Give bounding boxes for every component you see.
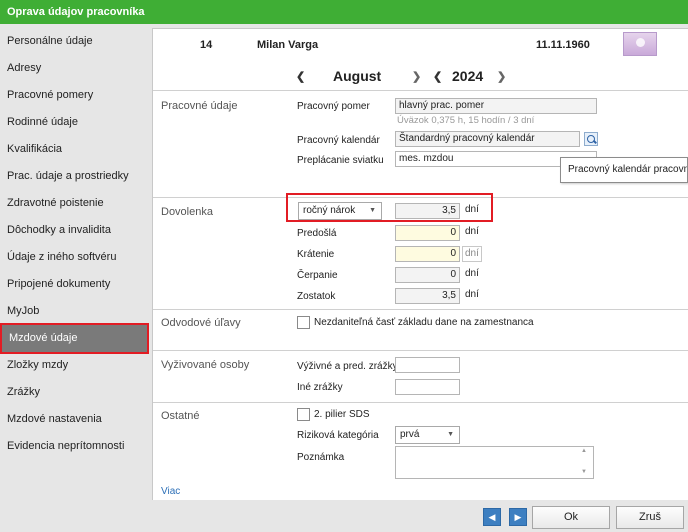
ine-zrazky-label: Iné zrážky	[297, 382, 343, 393]
pracovny-pomer-label: Pracovný pomer	[297, 101, 370, 112]
tooltip: Pracovný kalendár pracovníka	[560, 157, 688, 183]
pracovny-kalendar-label: Pracovný kalendár	[297, 135, 380, 146]
sidebar-item-evidencia-nepritomnosti[interactable]: Evidencia neprítomnosti	[0, 433, 150, 460]
sidebar-item-pripojene-dokumenty[interactable]: Pripojené dokumenty	[0, 271, 150, 298]
sidebar-item-kvalifikacia[interactable]: Kvalifikácia	[0, 136, 150, 163]
uvazok-hint: Úväzok 0,375 h, 15 hodín / 3 dní	[397, 115, 535, 126]
divider	[153, 90, 688, 91]
kratenie-field[interactable]: 0	[395, 246, 460, 262]
window-title: Oprava údajov pracovníka	[0, 0, 688, 24]
pilier-checkbox[interactable]	[297, 408, 310, 421]
zostatok-unit: dní	[465, 289, 479, 300]
prev-month-icon[interactable]: ❮	[296, 70, 305, 83]
detail-panel: 14 Milan Varga 11.11.1960 ❮ August ❯ ❮ 2…	[152, 28, 688, 500]
rizikova-kategoria-select[interactable]: prvá ▼	[395, 426, 460, 444]
next-month-icon[interactable]: ❯	[412, 70, 421, 83]
poznamka-textarea[interactable]	[395, 446, 594, 479]
kratenie-label: Krátenie	[297, 249, 335, 260]
footer: ◀ ▶ Ok Zruš	[0, 500, 688, 532]
vyzivne-field[interactable]	[395, 357, 460, 373]
section-odvodove-ulavy: Odvodové úľavy	[161, 317, 241, 329]
section-vyzivovane-osoby: Vyživované osoby	[161, 359, 250, 371]
cancel-button[interactable]: Zruš	[616, 506, 684, 529]
sidebar-item-rodinne-udaje[interactable]: Rodinné údaje	[0, 109, 150, 136]
poznamka-label: Poznámka	[297, 452, 345, 463]
sidebar-item-zdravotne-poistenie[interactable]: Zdravotné poistenie	[0, 190, 150, 217]
cerpanie-unit: dní	[465, 268, 479, 279]
section-pracovne-udaje: Pracovné údaje	[161, 100, 238, 112]
section-dovolenka: Dovolenka	[161, 206, 213, 218]
zostatok-label: Zostatok	[297, 291, 336, 302]
ine-zrazky-field[interactable]	[395, 379, 460, 395]
employee-name: Milan Varga	[257, 39, 319, 51]
prev-year-icon[interactable]: ❮	[433, 70, 442, 83]
pracovny-pomer-field[interactable]: hlavný prac. pomer	[395, 98, 597, 114]
predosla-label: Predošlá	[297, 228, 337, 239]
cerpanie-label: Čerpanie	[297, 270, 338, 281]
ok-button[interactable]: Ok	[532, 506, 610, 529]
sidebar-item-zlozky-mzdy[interactable]: Zložky mzdy	[0, 352, 150, 379]
pilier-label: 2. pilier SDS	[314, 409, 370, 420]
rizikova-kategoria-label: Riziková kategória	[297, 430, 379, 441]
divider	[153, 402, 688, 403]
prev-record-button[interactable]: ◀	[483, 508, 501, 526]
scroll-down-icon[interactable]: ▼	[581, 469, 587, 475]
pracovny-kalendar-field[interactable]: Štandardný pracovný kalendár	[395, 131, 580, 147]
triangle-right-icon: ▶	[514, 512, 522, 522]
chevron-down-icon: ▼	[447, 431, 454, 438]
employee-photo[interactable]	[623, 32, 657, 56]
employee-number: 14	[200, 39, 213, 51]
predosla-unit: dní	[465, 226, 479, 237]
viac-link[interactable]: Viac	[161, 486, 180, 497]
vyzivne-label: Výživné a pred. zrážky	[297, 361, 398, 372]
divider	[153, 350, 688, 351]
next-record-button[interactable]: ▶	[509, 508, 527, 526]
preplacanie-sviatku-label: Preplácanie sviatku	[297, 155, 384, 166]
divider	[153, 309, 688, 310]
nezdanitelna-checkbox[interactable]	[297, 316, 310, 329]
sidebar-item-mzdove-udaje[interactable]: Mzdové údaje	[0, 323, 149, 354]
section-ostatne: Ostatné	[161, 410, 200, 422]
cerpanie-field[interactable]: 0	[395, 267, 460, 283]
triangle-left-icon: ◀	[488, 512, 496, 522]
sidebar-item-ine-softvery[interactable]: Údaje z iného softvéru	[0, 244, 150, 271]
year-label: 2024	[452, 68, 484, 84]
kratenie-unit-button[interactable]: dní	[462, 246, 482, 262]
sidebar-item-personalne-udaje[interactable]: Personálne údaje	[0, 28, 150, 55]
highlight-frame	[286, 193, 493, 222]
sidebar-item-adresy[interactable]: Adresy	[0, 55, 150, 82]
zostatok-field[interactable]: 3,5	[395, 288, 460, 304]
sidebar-item-dochodky[interactable]: Dôchodky a invalidita	[0, 217, 150, 244]
sidebar-item-myjob[interactable]: MyJob	[0, 298, 150, 325]
month-label: August	[333, 68, 382, 84]
search-icon[interactable]	[584, 132, 598, 146]
sidebar-item-zrazky[interactable]: Zrážky	[0, 379, 150, 406]
predosla-field[interactable]: 0	[395, 225, 460, 241]
sidebar-item-mzdove-nastavenia[interactable]: Mzdové nastavenia	[0, 406, 150, 433]
sidebar-item-prac-udaje[interactable]: Prac. údaje a prostriedky	[0, 163, 150, 190]
rizikova-kategoria-value: prvá	[400, 429, 420, 440]
sidebar: Personálne údaje Adresy Pracovné pomery …	[0, 24, 150, 471]
sidebar-item-pracovne-pomery[interactable]: Pracovné pomery	[0, 82, 150, 109]
scroll-up-icon[interactable]: ▲	[581, 448, 587, 454]
birth-date: 11.11.1960	[536, 39, 590, 51]
next-year-icon[interactable]: ❯	[497, 70, 506, 83]
nezdanitelna-label: Nezdaniteľná časť základu dane na zamest…	[314, 317, 534, 328]
